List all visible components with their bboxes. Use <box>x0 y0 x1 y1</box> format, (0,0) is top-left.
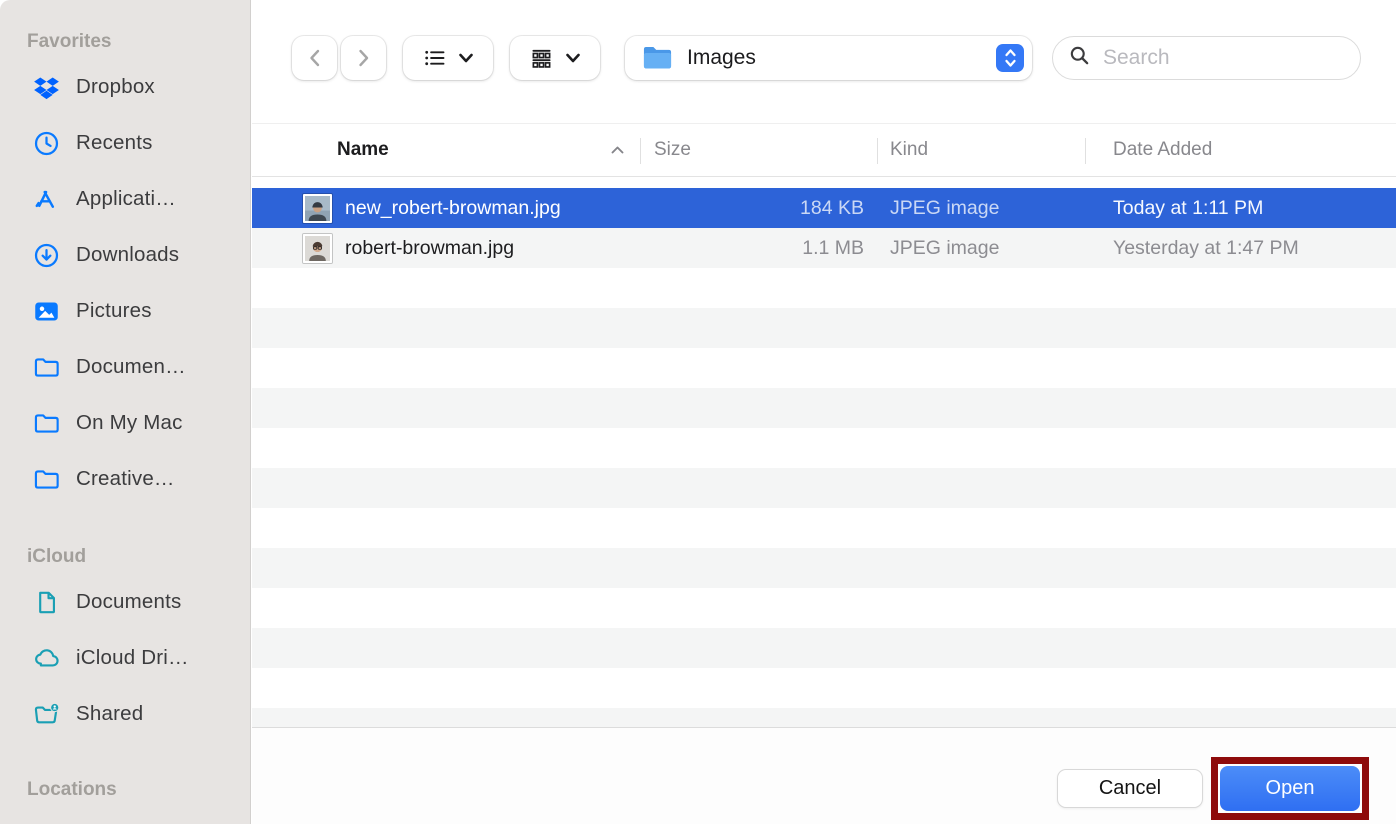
cancel-button[interactable]: Cancel <box>1057 769 1203 808</box>
folder-icon <box>33 354 60 381</box>
chevron-down-icon <box>565 52 581 64</box>
file-name: new_robert-browman.jpg <box>345 197 561 220</box>
empty-row <box>252 468 1396 508</box>
sort-ascending-icon <box>610 139 625 161</box>
folder-select-value: Images <box>687 46 756 70</box>
app-store-icon <box>33 186 60 213</box>
sidebar-item-label: Documents <box>76 590 181 614</box>
sidebar-section-header-locations: Locations <box>0 778 250 802</box>
toolbar: Images <box>252 0 1396 123</box>
sidebar-item-label: Dropbox <box>76 75 155 99</box>
open-file-dialog: Favorites Dropbox Recents Applicati… Downloa… <box>0 0 1396 824</box>
main-panel: Images <box>252 0 1396 824</box>
sidebar-item-label: Pictures <box>76 299 152 323</box>
sidebar: Favorites Dropbox Recents Applicati… Downloa… <box>0 0 251 824</box>
sidebar-item-label: Creative… <box>76 467 175 491</box>
empty-row <box>252 708 1396 727</box>
folder-icon <box>33 466 60 493</box>
column-label: Name <box>337 139 389 161</box>
sidebar-item-downloads[interactable]: Downloads <box>0 227 250 283</box>
file-list: new_robert-browman.jpg 184 KBJPEG imageTo… <box>252 177 1396 727</box>
file-row[interactable]: new_robert-browman.jpg 184 KBJPEG imageTo… <box>252 188 1396 228</box>
sidebar-item-label: Recents <box>76 131 153 155</box>
sidebar-section-header-icloud: iCloud <box>0 545 250 569</box>
folder-location-dropdown[interactable]: Images <box>625 36 1032 80</box>
sidebar-item-label: Documen… <box>76 355 186 379</box>
sidebar-item-applicati[interactable]: Applicati… <box>0 171 250 227</box>
file-date-added: Today at 1:11 PM <box>1085 197 1396 220</box>
sidebar-item-label: Applicati… <box>76 187 176 211</box>
sidebar-item-creative[interactable]: Creative… <box>0 451 250 507</box>
file-date-added: Yesterday at 1:47 PM <box>1085 237 1396 260</box>
chevron-left-icon <box>305 46 324 70</box>
group-view-dropdown-button[interactable] <box>510 36 600 80</box>
list-view-dropdown-button[interactable] <box>403 36 493 80</box>
file-name: robert-browman.jpg <box>345 237 514 260</box>
column-header-name[interactable]: Name <box>252 139 640 161</box>
column-divider <box>877 138 878 164</box>
folder-icon <box>642 45 673 71</box>
folder-icon <box>33 410 60 437</box>
sidebar-section-header-favorites: Favorites <box>0 30 250 54</box>
empty-row <box>252 628 1396 668</box>
downloads-icon <box>33 242 60 269</box>
sidebar-item-pictures[interactable]: Pictures <box>0 283 250 339</box>
sidebar-item-dropbox[interactable]: Dropbox <box>0 59 250 115</box>
open-button[interactable]: Open <box>1220 766 1360 811</box>
file-size: 1.1 MB <box>640 237 877 260</box>
empty-row <box>252 548 1396 588</box>
column-divider <box>1085 138 1086 164</box>
stepper-icon <box>996 44 1024 72</box>
empty-row <box>252 348 1396 388</box>
search-input[interactable] <box>1101 45 1346 71</box>
search-field[interactable] <box>1052 36 1361 80</box>
back-button[interactable] <box>292 36 337 80</box>
sidebar-item-documents[interactable]: Documents <box>0 574 250 630</box>
annotation-highlight-box: Open <box>1211 757 1369 820</box>
empty-row <box>252 388 1396 428</box>
forward-button[interactable] <box>341 36 386 80</box>
shared-folder-icon <box>33 701 60 728</box>
group-view-icon <box>529 46 554 71</box>
icloud-drive-icon <box>33 645 60 672</box>
empty-row <box>252 508 1396 548</box>
column-header-date-added[interactable]: Date Added <box>1085 139 1396 161</box>
column-header-kind[interactable]: Kind <box>877 139 1085 161</box>
file-table-header: Name Size Kind Date Added <box>252 123 1396 177</box>
sidebar-item-macbook[interactable]: MacBook… <box>0 811 250 824</box>
portrait-thumbnail-1 <box>303 194 332 223</box>
search-icon <box>1068 44 1091 72</box>
pictures-icon <box>33 298 60 325</box>
column-header-size[interactable]: Size <box>640 139 877 161</box>
chevron-down-icon <box>458 52 474 64</box>
empty-row <box>252 428 1396 468</box>
file-size: 184 KB <box>640 197 877 220</box>
dialog-footer: Cancel Open <box>252 727 1396 824</box>
sidebar-item-label: iCloud Dri… <box>76 646 189 670</box>
sidebar-item-label: Downloads <box>76 243 179 267</box>
document-icon <box>33 589 60 616</box>
empty-row <box>252 308 1396 348</box>
file-kind: JPEG image <box>877 237 1085 260</box>
clock-icon <box>33 130 60 157</box>
chevron-right-icon <box>354 46 373 70</box>
sidebar-item-label: On My Mac <box>76 411 183 435</box>
empty-row <box>252 668 1396 708</box>
sidebar-item-documen[interactable]: Documen… <box>0 339 250 395</box>
portrait-thumbnail-2 <box>303 234 332 263</box>
file-kind: JPEG image <box>877 197 1085 220</box>
list-view-icon <box>422 46 447 70</box>
empty-row <box>252 268 1396 308</box>
sidebar-item-icloud-dri[interactable]: iCloud Dri… <box>0 630 250 686</box>
sidebar-item-on-my-mac[interactable]: On My Mac <box>0 395 250 451</box>
file-row[interactable]: robert-browman.jpg 1.1 MBJPEG imageYester… <box>252 228 1396 268</box>
sidebar-item-shared[interactable]: Shared <box>0 686 250 742</box>
sidebar-item-recents[interactable]: Recents <box>0 115 250 171</box>
dropbox-icon <box>33 74 60 101</box>
column-divider <box>640 138 641 164</box>
empty-row <box>252 588 1396 628</box>
sidebar-item-label: Shared <box>76 702 143 726</box>
